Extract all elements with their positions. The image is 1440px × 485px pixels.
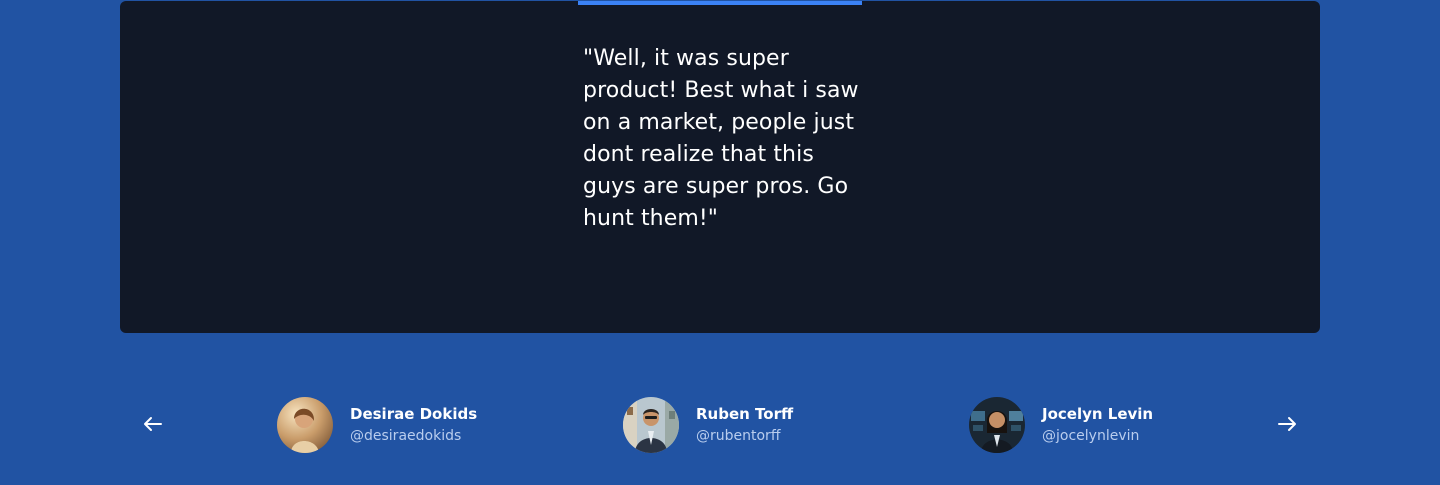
author-name: Ruben Torff — [696, 405, 794, 423]
active-testimonial-indicator — [578, 1, 862, 5]
previous-testimonial-button[interactable] — [133, 404, 173, 444]
author-ruben-torff[interactable]: Ruben Torff @rubentorff — [623, 397, 793, 453]
next-testimonial-button[interactable] — [1267, 404, 1307, 444]
author-handle: @jocelynlevin — [1042, 428, 1140, 444]
testimonial-card: "Well, it was super product! Best what i… — [120, 1, 1320, 333]
arrow-left-icon — [144, 417, 162, 431]
avatar — [623, 397, 679, 453]
arrow-right-icon — [1278, 417, 1296, 431]
testimonial-quote: "Well, it was super product! Best what i… — [583, 46, 859, 231]
author-handle: @rubentorff — [696, 428, 781, 444]
author-desirae-dokids[interactable]: Desirae Dokids @desiraedokids — [277, 397, 477, 453]
avatar — [277, 397, 333, 453]
avatar — [969, 397, 1025, 453]
author-jocelyn-levin[interactable]: Jocelyn Levin @jocelynlevin — [969, 397, 1153, 453]
author-name: Jocelyn Levin — [1042, 405, 1154, 423]
author-handle: @desiraedokids — [350, 428, 462, 444]
author-name: Desirae Dokids — [350, 405, 478, 423]
